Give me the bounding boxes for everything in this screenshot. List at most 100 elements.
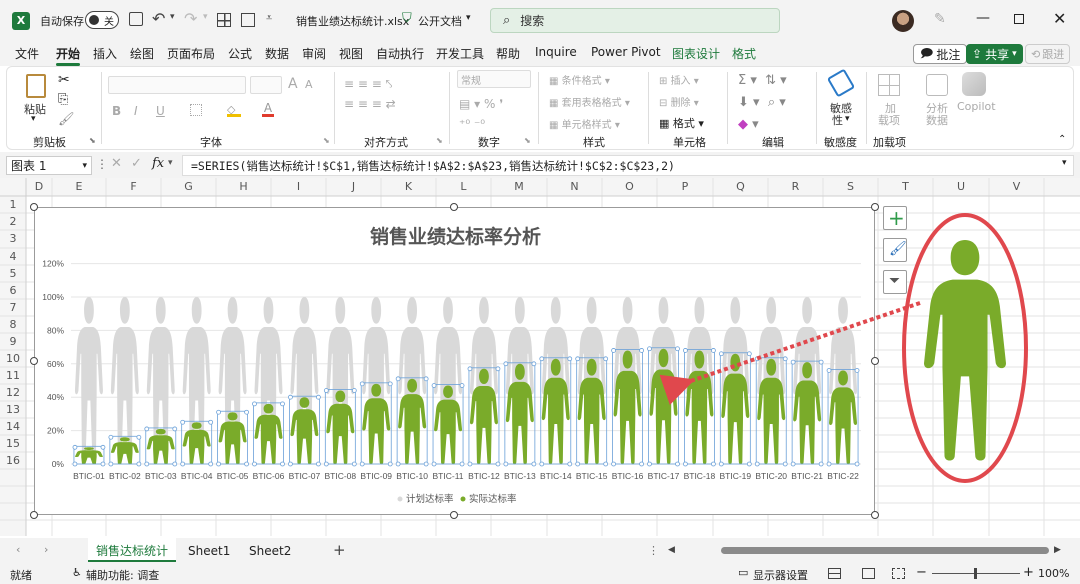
column-header[interactable]: V (989, 180, 1044, 196)
analyze-data-label-2[interactable]: 数据 (926, 112, 948, 128)
autosave-toggle[interactable]: 关 (85, 11, 119, 29)
chart-elements-button[interactable]: + (883, 206, 907, 230)
accessibility-status[interactable]: 辅助功能: 调查 (86, 567, 159, 583)
minimize-icon[interactable]: — (976, 10, 990, 26)
tab-developer[interactable]: 开发工具 (436, 45, 484, 62)
number-icons[interactable]: ▤ ▾ % ❜ ⁺⁰ ⁻⁰ (459, 94, 503, 134)
collapse-ribbon-icon[interactable]: ⌃ (1058, 134, 1066, 145)
font-name-select[interactable] (108, 76, 246, 94)
font-grow-icon[interactable]: A (288, 76, 298, 92)
customize-qat-icon[interactable]: ⩡ (266, 11, 272, 25)
column-header[interactable]: N (547, 180, 602, 196)
cell-styles-button[interactable]: ▦ 单元格样式 ▾ (549, 116, 620, 131)
column-header[interactable]: O (602, 180, 657, 196)
number-format-select[interactable]: 常规 (457, 70, 531, 88)
row-header[interactable]: 14 (0, 420, 26, 433)
resize-handle[interactable] (30, 511, 38, 519)
tab-file[interactable]: 文件 (15, 45, 39, 62)
enter-icon[interactable]: ✓ (131, 156, 142, 171)
more-icon[interactable]: ⋮ (96, 157, 108, 171)
row-header[interactable]: 7 (0, 301, 26, 314)
pen-icon[interactable]: ✎ (934, 11, 946, 27)
addins-label-2[interactable]: 载项 (878, 112, 900, 128)
column-header[interactable]: I (271, 180, 326, 196)
sheet-tab-sales[interactable]: 销售达标统计 (88, 538, 177, 562)
zoom-slider-thumb[interactable] (974, 568, 977, 579)
comment-button[interactable]: 🗩 批注 (913, 44, 968, 64)
chart-area[interactable]: 0% 20% 40% 60% 80% 100% 120% BTIC-01 BTIC-02 BTIC… (34, 207, 875, 515)
tab-automate[interactable]: 自动执行 (376, 45, 424, 62)
maximize-icon[interactable] (1014, 14, 1024, 24)
insert-function-icon[interactable]: fx (152, 156, 164, 171)
display-settings-button[interactable]: 显示器设置 (753, 567, 808, 583)
name-box[interactable]: 图表 1 ▾ (6, 156, 92, 175)
format-as-table-button[interactable]: ▦ 套用表格格式 ▾ (549, 94, 630, 109)
cancel-icon[interactable]: ✕ (111, 156, 122, 171)
cut-icon[interactable]: ✂ (58, 72, 70, 88)
resize-handle[interactable] (450, 203, 458, 211)
copilot-label[interactable]: Copilot (957, 100, 996, 113)
row-header[interactable]: 5 (0, 267, 26, 280)
fill-color-icon[interactable]: ◇ (227, 103, 241, 117)
tab-review[interactable]: 审阅 (302, 45, 326, 62)
expand-formula-icon[interactable]: ▾ (1062, 158, 1067, 168)
grid-view-icon[interactable] (217, 13, 231, 27)
row-header[interactable]: 15 (0, 437, 26, 450)
sheet-tab-sheet1[interactable]: Sheet1 (188, 544, 230, 558)
column-header[interactable]: L (436, 180, 491, 196)
chevron-down-icon[interactable]: ▾ (466, 13, 471, 23)
border-icon[interactable] (190, 104, 202, 116)
catchup-button[interactable]: ⟲ 跟进 (1025, 44, 1071, 64)
column-header[interactable]: M (491, 180, 547, 196)
column-header[interactable]: D (26, 180, 52, 196)
save-icon[interactable] (129, 12, 143, 26)
delete-cells-button[interactable]: ⊟ 删除 ▾ (659, 94, 699, 109)
zoom-level[interactable]: 100% (1038, 567, 1069, 580)
row-header[interactable]: 1 (0, 198, 26, 211)
next-sheet-icon[interactable]: › (44, 543, 48, 556)
column-header[interactable]: U (933, 180, 989, 196)
row-header[interactable]: 4 (0, 250, 26, 263)
page-layout-view-icon[interactable] (862, 568, 875, 579)
bold-button[interactable]: B (112, 104, 121, 118)
dialog-launcher-icon[interactable]: ⬊ (524, 136, 531, 145)
font-shrink-icon[interactable]: A (305, 78, 313, 91)
doc-sensitivity[interactable]: 公开文档 (418, 13, 462, 29)
font-color-icon[interactable]: A (262, 101, 274, 117)
avatar[interactable] (892, 10, 914, 32)
row-header[interactable]: 16 (0, 454, 26, 467)
addins-icon[interactable] (878, 74, 900, 96)
sensitivity-label-2[interactable]: 性 (832, 112, 843, 128)
redo-icon[interactable]: ↷ (184, 9, 197, 28)
tab-chart-design[interactable]: 图表设计 (672, 45, 720, 62)
row-header[interactable]: 11 (0, 369, 26, 382)
edit-icons[interactable]: Σ ▾ ⇅ ▾ ⬇ ▾ ⌕ ▾ ◆ ▾ (738, 70, 787, 136)
row-header[interactable]: 3 (0, 232, 26, 245)
paste-dropdown-icon[interactable]: ▾ (31, 114, 36, 124)
tab-insert[interactable]: 插入 (93, 45, 117, 62)
sheet-tab-sheet2[interactable]: Sheet2 (249, 544, 291, 558)
redo-dropdown-icon[interactable]: ▾ (203, 12, 208, 22)
tab-page-layout[interactable]: 页面布局 (167, 45, 215, 62)
resize-handle[interactable] (871, 511, 879, 519)
tab-formulas[interactable]: 公式 (228, 45, 252, 62)
undo-icon[interactable]: ↶ (152, 9, 165, 28)
analyze-data-icon[interactable] (926, 74, 948, 96)
search-box[interactable]: ⌕ 搜索 (490, 8, 780, 33)
column-header[interactable]: E (52, 180, 106, 196)
copilot-icon[interactable] (962, 72, 986, 96)
format-cells-button[interactable]: ▦ 格式 ▾ (659, 115, 704, 131)
resize-handle[interactable] (30, 357, 38, 365)
prev-sheet-icon[interactable]: ‹ (16, 543, 20, 556)
zoom-out-icon[interactable]: − (916, 565, 927, 580)
row-header[interactable]: 2 (0, 215, 26, 228)
undo-dropdown-icon[interactable]: ▾ (170, 12, 175, 22)
column-header[interactable]: S (823, 180, 878, 196)
conditional-format-button[interactable]: ▦ 条件格式 ▾ (549, 72, 610, 87)
zoom-in-icon[interactable]: + (1023, 565, 1034, 580)
dialog-launcher-icon[interactable]: ⬊ (436, 136, 443, 145)
tab-format[interactable]: 格式 (732, 45, 756, 62)
close-icon[interactable]: ✕ (1053, 9, 1066, 28)
format-painter-icon[interactable]: 🖌 (58, 112, 75, 127)
add-sheet-button[interactable]: + (333, 541, 346, 559)
